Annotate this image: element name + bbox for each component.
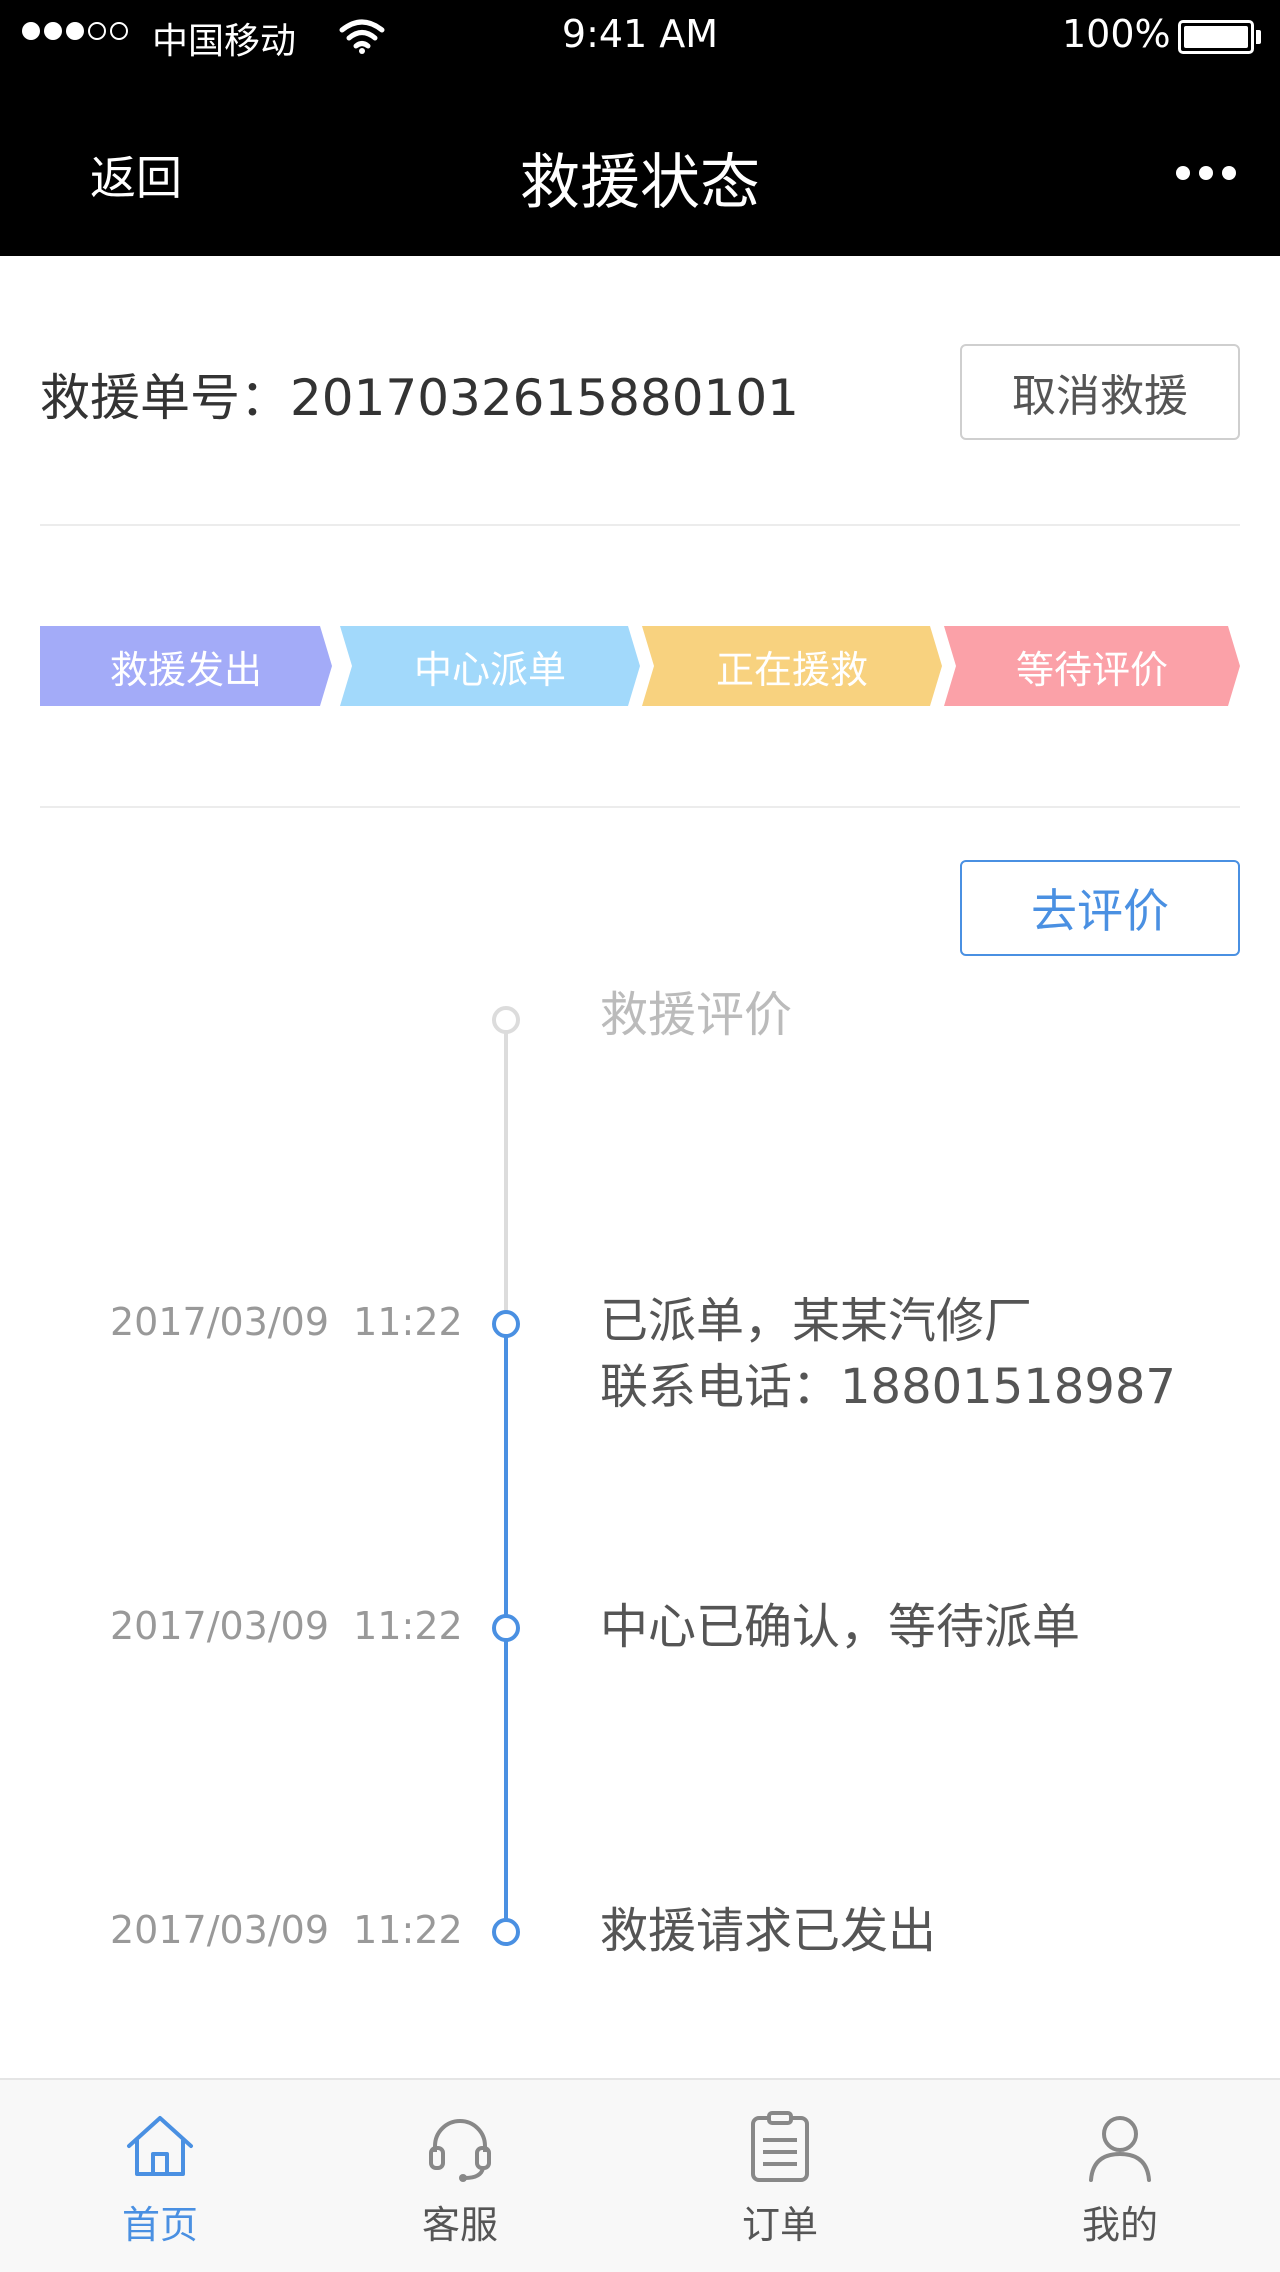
battery-percent: 100% [1062, 12, 1171, 56]
timeline-line: 已派单，某某汽修厂 [600, 1293, 1033, 1349]
clipboard-icon [751, 2111, 809, 2182]
tab-label: 客服 [421, 2203, 498, 2247]
step-awaiting-evaluation: 等待评价 [944, 626, 1240, 706]
timeline-line: 救援评价 [600, 987, 793, 1043]
timeline-node [492, 1006, 520, 1034]
step-center-dispatch: 中心派单 [340, 626, 640, 706]
divider [40, 524, 1240, 526]
timeline-date: 2017/03/09 11:22 [110, 1908, 463, 1952]
status-bar: 中国移动 9:41 AM 100% [0, 0, 1280, 72]
progress-steps: 救援发出 中心派单 正在援救 等待评价 [40, 626, 1240, 706]
timeline-text: 救援评价 [600, 982, 792, 1048]
evaluate-button[interactable]: 去评价 [960, 860, 1240, 956]
timeline-node [492, 1614, 520, 1642]
navigation-bar: 返回 救援状态 [0, 104, 1280, 244]
cancel-rescue-button[interactable]: 取消救援 [960, 344, 1240, 440]
step-label: 中心派单 [413, 647, 566, 692]
tab-label: 订单 [741, 2203, 818, 2247]
tab-orders[interactable]: 订单 [680, 2108, 880, 2249]
step-label: 正在援救 [715, 647, 868, 692]
timeline-text: 中心已确认，等待派单 [600, 1594, 1080, 1660]
top-bar: 中国移动 9:41 AM 100% 返回 救援状态 [0, 0, 1280, 256]
step-rescue-sent: 救援发出 [40, 626, 332, 706]
timeline-node [492, 1310, 520, 1338]
step-label: 救援发出 [109, 647, 262, 692]
timeline-text: 已派单，某某汽修厂 联系电话：18801518987 [600, 1288, 1176, 1420]
step-rescuing: 正在援救 [642, 626, 942, 706]
tab-bar: 首页 客服 订单 我的 [0, 2078, 1280, 2272]
battery-cap [1256, 30, 1261, 44]
timeline-line: 联系电话：18801518987 [600, 1359, 1176, 1415]
tab-label: 首页 [121, 2203, 198, 2247]
page-title: 救援状态 [520, 148, 760, 218]
timeline-node [492, 1918, 520, 1946]
user-icon [1089, 2116, 1151, 2182]
order-number: 救援单号：2017032615880101 [40, 369, 799, 427]
battery-icon [1178, 20, 1254, 54]
home-icon [127, 2116, 193, 2176]
step-label: 等待评价 [1015, 647, 1168, 692]
timeline-text: 救援请求已发出 [600, 1898, 936, 1964]
tab-label: 我的 [1081, 2203, 1158, 2247]
tab-profile[interactable]: 我的 [1020, 2108, 1220, 2249]
timeline-line-pending [504, 1022, 508, 1324]
timeline-date: 2017/03/09 11:22 [110, 1604, 463, 1648]
timeline-line: 救援请求已发出 [600, 1903, 937, 1959]
tab-customer-service[interactable]: 客服 [360, 2108, 560, 2249]
more-dots-icon[interactable] [1176, 166, 1236, 180]
divider [40, 806, 1240, 808]
tab-home[interactable]: 首页 [60, 2108, 260, 2249]
timeline-line: 中心已确认，等待派单 [600, 1599, 1081, 1655]
headset-icon [429, 2119, 491, 2182]
timeline-date: 2017/03/09 11:22 [110, 1300, 463, 1344]
